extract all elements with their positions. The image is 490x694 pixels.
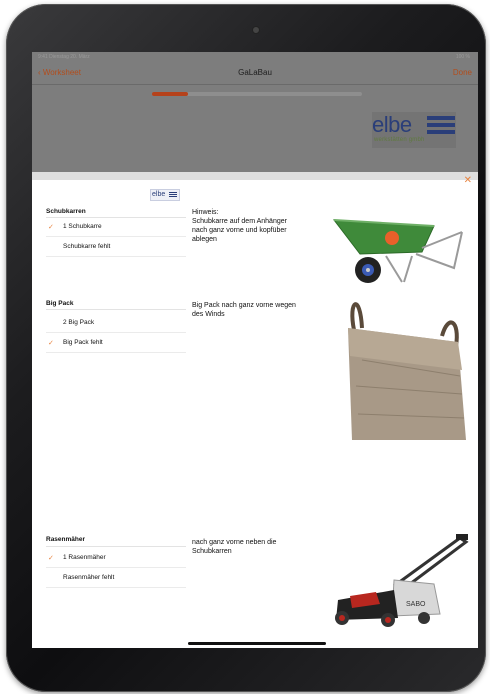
hint-line: Hinweis: [192,209,219,216]
wheelbarrow-image [332,219,463,283]
done-button[interactable]: Done [453,68,472,77]
nav-title: GaLaBau [238,68,272,77]
hint-rasenmaeher: nach ganz vorne neben die Schubkarren [192,538,316,556]
status-bar-right: 100 % [455,54,470,60]
hint-big-pack: Big Pack nach ganz vorne wegen des Winds [192,301,316,319]
hint-line: Schubkarre auf dem Anhänger [192,218,287,225]
option-label: 1 Schubkarre [63,223,102,230]
option-1-rasenmaeher[interactable]: ✓ 1 Rasenmäher [46,549,186,568]
section-title: Rasenmäher [46,536,86,543]
hint-line: ablegen [192,236,217,243]
tablet-frame: 9:41 Dienstag 20. März 100 % ‹ Worksheet… [6,4,486,692]
elbe-logo-small: elbe [150,189,180,201]
logo-subtitle: werkstätten gmbh [374,137,425,143]
section-divider [46,309,186,310]
hint-schubkarren: Hinweis: Schubkarre auf dem Anhänger nac… [192,208,316,244]
option-big-pack-fehlt[interactable]: ✓ Big Pack fehlt [46,334,186,353]
svg-text:SABO: SABO [406,601,426,608]
option-label: 2 Big Pack [63,319,95,326]
option-rasenmaeher-fehlt[interactable]: Rasenmäher fehlt [46,569,186,588]
checkmark-icon: ✓ [48,224,54,231]
progress-bar [152,92,362,96]
progress-fill [152,92,188,96]
hint-line: Big Pack nach ganz vorne wegen [192,302,296,309]
option-2-big-pack[interactable]: 2 Big Pack [46,314,186,333]
logo-small-bars-icon [169,192,177,198]
elbe-logo: elbe werkstätten gmbh [372,112,456,148]
background-app: 9:41 Dienstag 20. März 100 % ‹ Worksheet… [32,52,478,172]
hint-line: nach ganz vorne neben die [192,539,277,546]
logo-small-wordmark: elbe [152,191,166,198]
logo-bars-icon [427,116,455,134]
home-indicator[interactable] [188,642,326,645]
checkmark-icon: ✓ [48,555,54,562]
sheet-gap [32,172,478,180]
option-label: Big Pack fehlt [63,339,103,346]
screen: 9:41 Dienstag 20. März 100 % ‹ Worksheet… [32,52,478,648]
logo-wordmark: elbe [372,112,412,137]
navigation-bar: ‹ Worksheet GaLaBau Done [32,62,478,85]
close-icon[interactable]: ✕ [464,175,472,186]
section-divider [46,546,186,547]
option-1-schubkarre[interactable]: ✓ 1 Schubkarre [46,218,186,237]
hint-line: Schubkarren [192,548,232,555]
checkmark-icon: ✓ [48,340,54,347]
lawnmower-image: SABO [335,534,469,627]
section-title: Schubkarren [46,208,86,215]
hint-line: des Winds [192,311,225,318]
hint-line: nach ganz vorne und kopfüber [192,227,287,234]
bigpack-image [348,302,466,440]
option-label: Rasenmäher fehlt [63,574,115,581]
section-title: Big Pack [46,300,74,307]
camera-dot [253,27,259,33]
option-label: 1 Rasenmäher [63,554,106,561]
status-bar-left: 9:41 Dienstag 20. März [38,54,90,60]
option-schubkarre-fehlt[interactable]: Schubkarre fehlt [46,238,186,257]
option-label: Schubkarre fehlt [63,243,111,250]
